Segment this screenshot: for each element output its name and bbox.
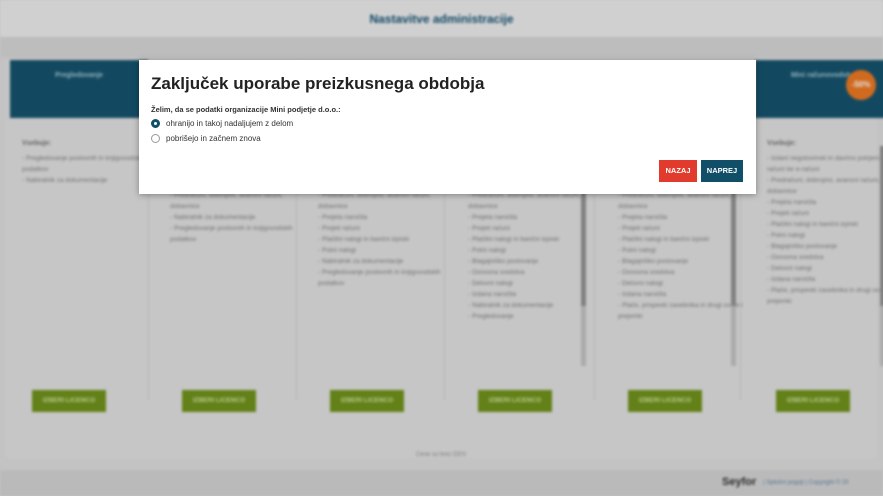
option-keep-data[interactable]: ohranijo in takoj nadaljujem z delom xyxy=(151,119,293,128)
radio-unchecked-icon[interactable] xyxy=(151,134,160,143)
next-button[interactable]: NAPREJ xyxy=(701,160,743,182)
dialog-title: Zaključek uporabe preizkusnega obdobja xyxy=(151,74,485,93)
option-label: ohranijo in takoj nadaljujem z delom xyxy=(166,119,294,128)
back-button[interactable]: NAZAJ xyxy=(659,160,697,182)
radio-checked-icon[interactable] xyxy=(151,119,160,128)
option-label: pobrišejo in začnem znova xyxy=(166,134,261,143)
trial-end-dialog: Zaključek uporabe preizkusnega obdobja Ž… xyxy=(139,60,756,194)
option-delete-data[interactable]: pobrišejo in začnem znova xyxy=(151,134,261,143)
dialog-prompt: Želim, da se podatki organizacije Mini p… xyxy=(151,105,341,114)
